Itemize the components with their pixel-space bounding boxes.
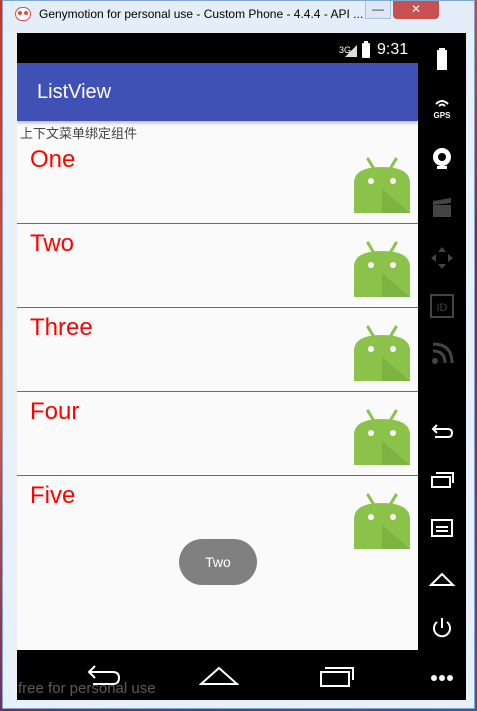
more-icon[interactable]	[429, 665, 455, 691]
list-view: One Two Three Four Five	[17, 140, 418, 559]
android-robot-icon	[354, 241, 410, 297]
list-item-label: Five	[30, 482, 76, 509]
menu-icon[interactable]	[429, 515, 455, 541]
back-icon[interactable]	[429, 419, 455, 445]
watermark: free for personal use	[18, 680, 156, 697]
android-robot-icon	[354, 493, 410, 549]
id-icon[interactable]: ID	[429, 293, 455, 319]
list-item-label: Four	[30, 398, 80, 425]
app-title: ListView	[37, 81, 112, 103]
close-button[interactable]: ✕	[393, 1, 439, 19]
battery-icon[interactable]	[429, 47, 455, 73]
minimize-button[interactable]: —	[365, 1, 391, 19]
list-item[interactable]: Three	[17, 308, 418, 392]
gps-icon[interactable]: GPS	[429, 95, 455, 121]
android-robot-icon	[354, 409, 410, 465]
list-item-label: Two	[30, 230, 75, 257]
home-icon[interactable]	[199, 660, 239, 690]
list-item[interactable]: Two	[17, 224, 418, 308]
genymotion-logo-icon	[15, 7, 31, 21]
app-screen: ListView 上下文菜单绑定组件 One Two Three Four Fi…	[17, 63, 418, 650]
android-robot-icon	[354, 157, 410, 213]
list-item-label: Three	[30, 314, 93, 341]
genymotion-sidebar: GPS ID	[418, 33, 466, 700]
android-statusbar: 3G 9:31	[17, 39, 417, 63]
signal-icon	[345, 45, 357, 57]
id-label: ID	[437, 302, 448, 314]
power-icon[interactable]	[429, 615, 455, 641]
rss-icon[interactable]	[429, 341, 455, 367]
list-item-label: One	[30, 146, 76, 173]
status-clock: 9:31	[377, 41, 409, 58]
window-title: Genymotion for personal use - Custom Pho…	[39, 7, 364, 21]
battery-status-icon	[362, 41, 370, 58]
clapper-icon[interactable]	[429, 195, 455, 221]
app-toolbar: ListView	[17, 63, 418, 121]
camera-icon[interactable]	[429, 145, 455, 171]
genymotion-window: Genymotion for personal use - Custom Pho…	[2, 0, 475, 709]
list-item[interactable]: Four	[17, 392, 418, 476]
toast-message: Two	[179, 539, 257, 585]
dpad-icon[interactable]	[429, 245, 455, 271]
gps-label: GPS	[434, 111, 452, 120]
recents-icon[interactable]	[429, 467, 455, 493]
window-titlebar[interactable]: Genymotion for personal use - Custom Pho…	[3, 1, 474, 33]
android-robot-icon	[354, 325, 410, 381]
list-item[interactable]: One	[17, 140, 418, 224]
emulator-frame: 3G 9:31 ListView 上下文菜单绑定组件 One Two Three…	[17, 33, 466, 700]
home-icon[interactable]	[429, 565, 455, 591]
recents-icon[interactable]	[315, 660, 355, 690]
